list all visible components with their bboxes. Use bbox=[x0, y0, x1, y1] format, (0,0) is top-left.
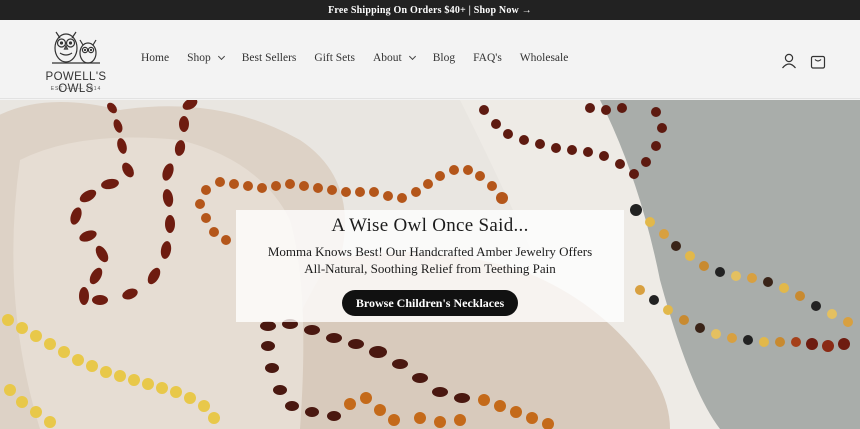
brand-logo[interactable]: POWELL'S OWLS EST ——— 2014 bbox=[28, 26, 124, 95]
hero-title: A Wise Owl Once Said... bbox=[331, 215, 529, 236]
nav-home[interactable]: Home bbox=[141, 52, 169, 64]
shopping-bag-icon bbox=[810, 55, 826, 69]
nav-wholesale[interactable]: Wholesale bbox=[520, 52, 569, 64]
user-icon bbox=[782, 53, 796, 69]
nav-about-label: About bbox=[372, 52, 402, 64]
site-header: POWELL'S OWLS EST ——— 2014 Home Shop Bes… bbox=[0, 20, 860, 99]
main-nav: Home Shop Best Sellers Gift Sets About B… bbox=[141, 52, 586, 64]
nav-home-label: Home bbox=[141, 52, 170, 64]
brand-established: EST ——— 2014 bbox=[50, 86, 102, 92]
nav-best-sellers-label: Best Sellers bbox=[241, 52, 297, 64]
account-button[interactable] bbox=[780, 52, 798, 70]
nav-blog-label: Blog bbox=[432, 52, 456, 64]
hero-subtitle-line2: All-Natural, Soothing Relief from Teethi… bbox=[304, 261, 556, 276]
browse-childrens-necklaces-button[interactable]: Browse Children's Necklaces bbox=[342, 290, 518, 316]
owl-pair-icon bbox=[52, 31, 100, 64]
nav-shop-label: Shop bbox=[187, 52, 211, 64]
chevron-down-icon bbox=[408, 52, 416, 61]
nav-best-sellers[interactable]: Best Sellers bbox=[242, 52, 297, 64]
hero-subtitle-line1: Momma Knows Best! Our Handcrafted Amber … bbox=[267, 244, 593, 259]
nav-blog[interactable]: Blog bbox=[433, 52, 455, 64]
cart-button[interactable] bbox=[809, 52, 827, 70]
nav-about[interactable]: About bbox=[372, 52, 416, 64]
nav-wholesale-label: Wholesale bbox=[519, 52, 569, 64]
announcement-bar[interactable]: Free Shipping On Orders $40+ | Shop Now … bbox=[0, 0, 860, 20]
hero-banner: A Wise Owl Once Said... Momma Knows Best… bbox=[0, 100, 860, 429]
nav-gift-sets-label: Gift Sets bbox=[314, 52, 355, 64]
nav-faqs[interactable]: FAQ's bbox=[473, 52, 502, 64]
nav-gift-sets[interactable]: Gift Sets bbox=[314, 52, 355, 64]
hero-text-overlay: A Wise Owl Once Said... Momma Knows Best… bbox=[236, 210, 624, 322]
chevron-down-icon bbox=[217, 52, 225, 61]
nav-faqs-label: FAQ's bbox=[473, 52, 502, 64]
announcement-text[interactable]: Free Shipping On Orders $40+ | Shop Now … bbox=[328, 5, 532, 16]
hero-subtitle: Momma Knows Best! Our Handcrafted Amber … bbox=[236, 243, 624, 277]
nav-shop[interactable]: Shop bbox=[187, 52, 225, 64]
